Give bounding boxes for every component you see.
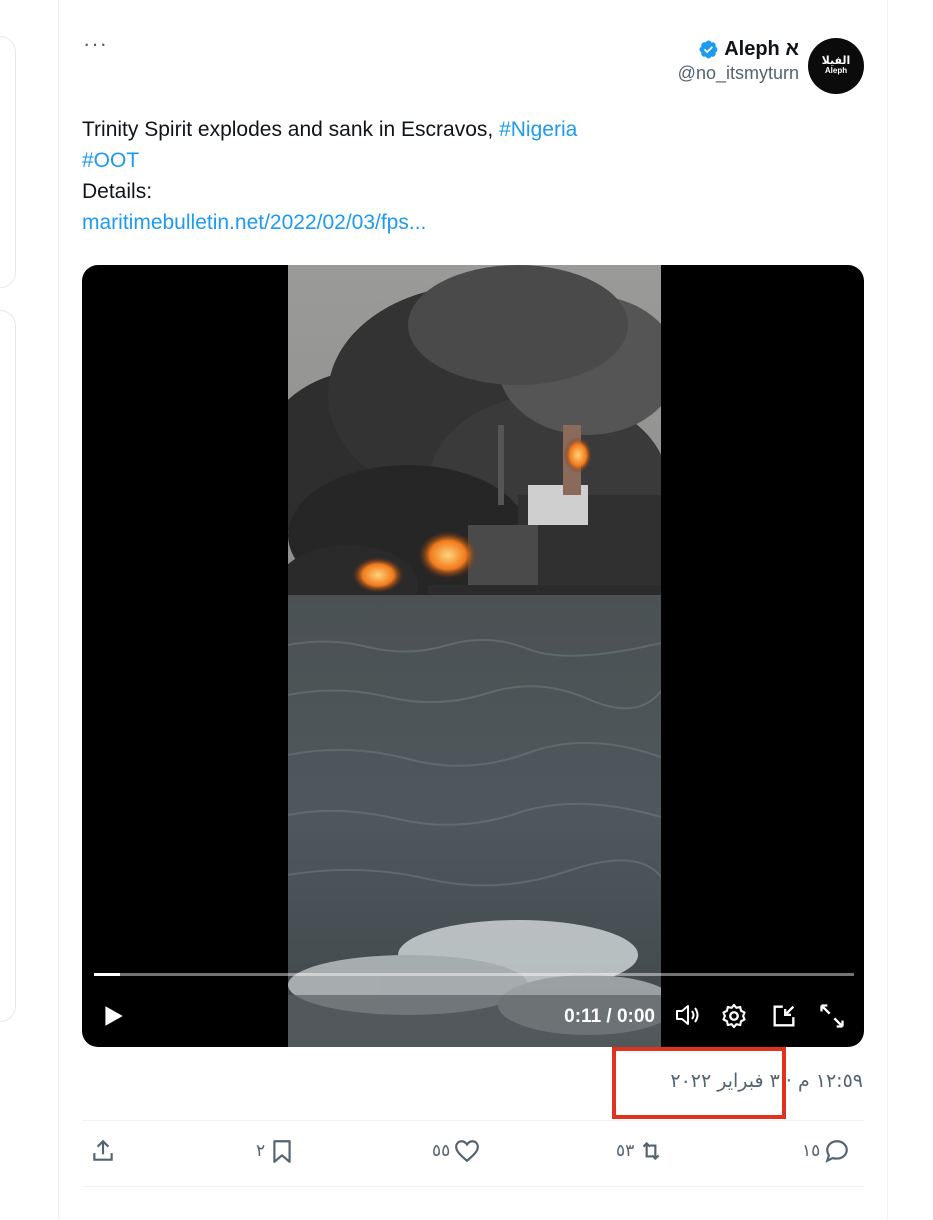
pip-icon[interactable] xyxy=(770,1002,798,1030)
like-count: ٥٥ xyxy=(432,1141,451,1161)
previous-card-edge xyxy=(0,36,16,288)
retweet-count: ٥٣ xyxy=(616,1141,635,1161)
verified-icon xyxy=(699,40,718,59)
avatar[interactable]: الفيلا Aleph xyxy=(808,38,864,94)
fullscreen-icon[interactable] xyxy=(818,1002,846,1030)
retweet-icon xyxy=(642,1141,660,1161)
reply-button[interactable]: ١٥ xyxy=(802,1138,850,1164)
divider xyxy=(82,1186,864,1187)
bookmark-button[interactable]: ٢ xyxy=(256,1138,295,1164)
author-name[interactable]: Aleph א xyxy=(724,38,799,61)
previous-card-edge xyxy=(0,310,16,1022)
tweet-text-line: Trinity Spirit explodes and sank in Escr… xyxy=(82,118,500,141)
reply-count: ١٥ xyxy=(802,1141,821,1161)
tweet-text: Trinity Spirit explodes and sank in Escr… xyxy=(82,114,842,238)
like-icon xyxy=(455,1140,480,1163)
video-progress-fill xyxy=(94,973,120,976)
play-icon[interactable] xyxy=(100,1003,126,1029)
share-button[interactable] xyxy=(90,1138,116,1164)
settings-icon[interactable] xyxy=(720,1002,748,1030)
volume-icon[interactable] xyxy=(674,1002,702,1028)
author-handle[interactable]: @no_itsmyturn xyxy=(678,63,799,84)
hashtag-link[interactable]: #OOT xyxy=(82,149,139,172)
author-block[interactable]: Aleph א @no_itsmyturn xyxy=(678,38,799,84)
bookmark-count: ٢ xyxy=(256,1141,266,1161)
bookmark-icon xyxy=(273,1140,291,1163)
like-button[interactable]: ٥٥ xyxy=(432,1138,480,1164)
hashtag-link[interactable]: #Nigeria xyxy=(499,118,577,141)
video-progress-bar[interactable] xyxy=(94,973,854,976)
highlight-box xyxy=(612,1047,786,1119)
share-icon xyxy=(93,1139,113,1161)
details-label: Details: xyxy=(82,180,153,203)
video-player[interactable]: 0:11 / 0:00 xyxy=(82,265,864,1047)
divider xyxy=(82,1120,864,1121)
video-time: 0:11 / 0:00 xyxy=(564,1006,655,1027)
avatar-logo-subtext: Aleph xyxy=(824,66,848,75)
avatar-logo-text: الفيلا xyxy=(821,54,851,67)
external-link[interactable]: maritimebulletin.net/2022/02/03/fps... xyxy=(82,211,426,234)
video-frame xyxy=(288,265,661,1047)
more-icon[interactable]: ··· xyxy=(83,33,108,55)
retweet-button[interactable]: ٥٣ xyxy=(616,1138,664,1164)
reply-icon xyxy=(825,1140,849,1163)
